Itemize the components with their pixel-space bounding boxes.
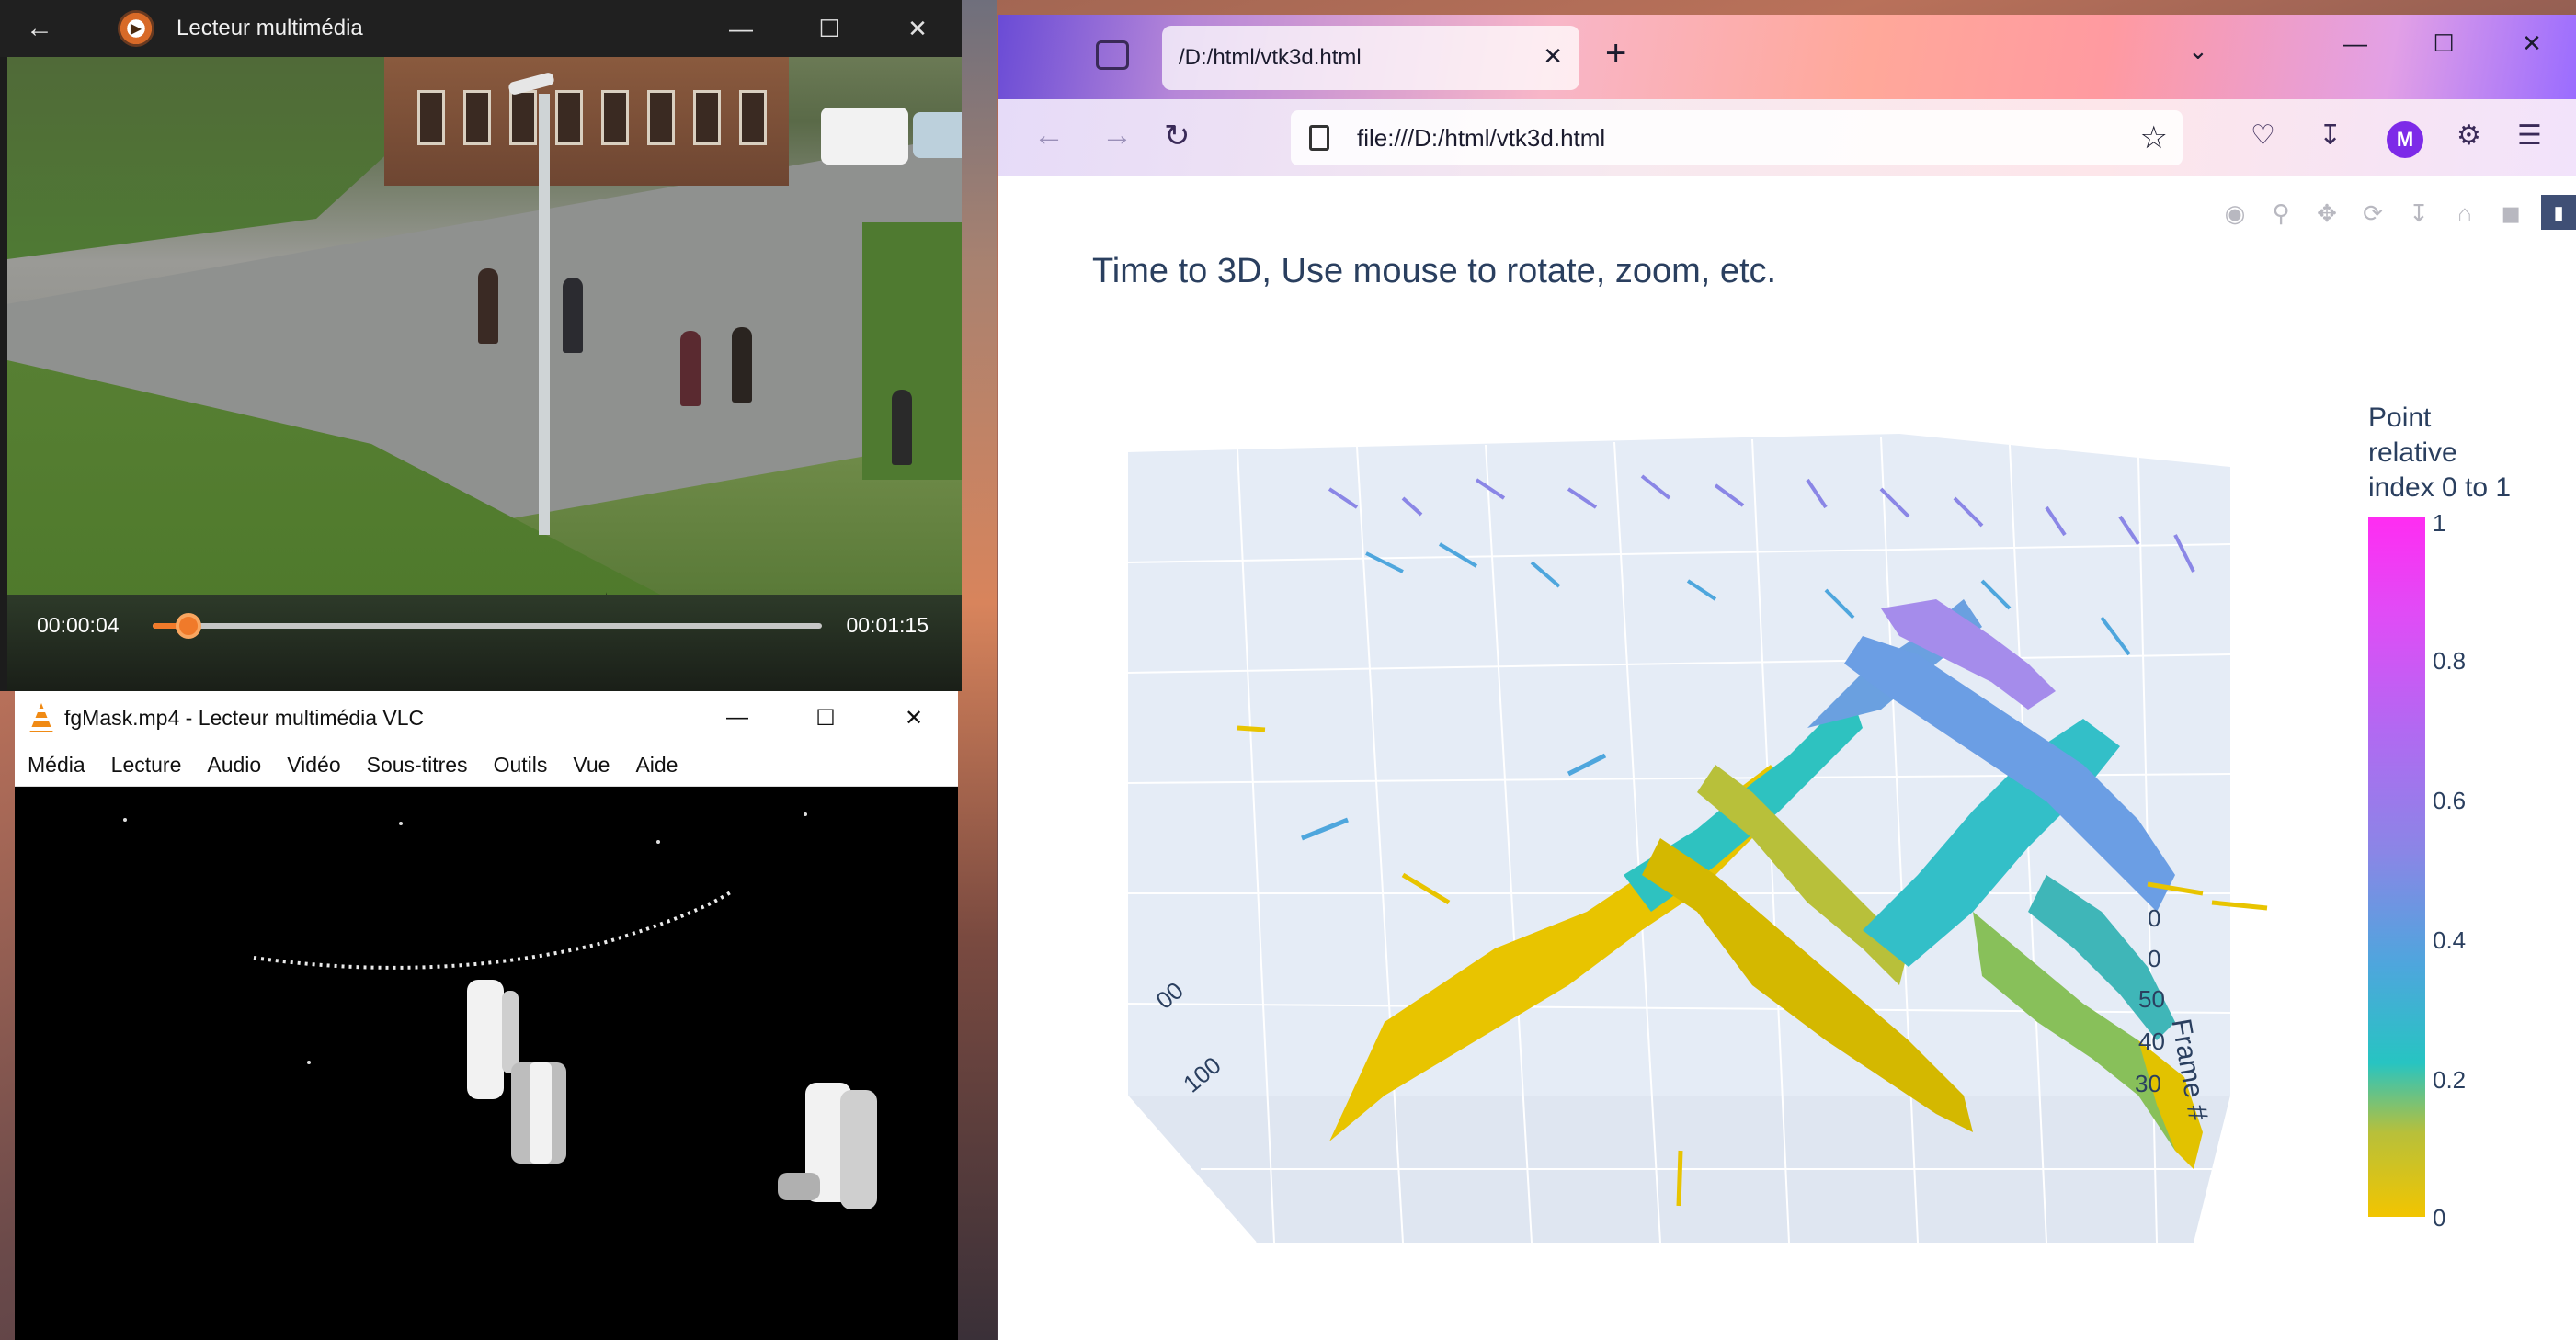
close-button[interactable]: ✕ [2488,15,2576,72]
vlc-cone-icon [29,703,53,732]
chevron-down-icon[interactable]: ⌄ [2188,37,2208,65]
maximize-button[interactable]: ☐ [2399,15,2488,72]
extensions-icon[interactable]: ⚙ [2456,119,2481,152]
desktop-background [956,0,997,1340]
account-avatar[interactable]: M [2387,121,2423,158]
person [680,331,701,406]
colorbar-tick: 1 [2433,509,2446,537]
new-tab-button[interactable]: + [1605,33,1626,74]
tab-vtk3d[interactable]: /D:/html/vtk3d.html ✕ [1162,26,1579,90]
tab-bar: /D:/html/vtk3d.html ✕ + ⌄ — ☐ ✕ [998,15,2576,99]
url-text[interactable]: file:///D:/html/vtk3d.html [1357,124,1605,153]
current-time: 00:00:04 [37,613,120,637]
playback-controls: 00:00:04 00:01:15 [7,595,962,691]
plotly-modebar: ◉ ⚲ ✥ ⟳ ↧ ⌂ ◼ ▮ [2212,195,2576,232]
menu-audio[interactable]: Audio [207,753,261,778]
menu-video[interactable]: Vidéo [287,753,340,778]
tripod [603,498,658,595]
maximize-button[interactable]: ☐ [785,0,873,57]
video-camera-icon[interactable]: ◼ [2488,195,2534,232]
document-icon [1309,125,1329,151]
close-button[interactable]: ✕ [870,691,958,744]
colorbar [2368,517,2425,1217]
close-button[interactable]: ✕ [873,0,962,57]
tab-list-icon[interactable] [1096,40,1129,70]
frame-tick: 40 [2138,1028,2165,1055]
forward-icon[interactable]: → [1101,118,1133,153]
zoom-icon[interactable]: ⚲ [2258,195,2304,232]
colorbar-tick: 0.4 [2433,926,2467,954]
shadow-mask [778,1173,820,1200]
pan-icon[interactable]: ✥ [2304,195,2350,232]
minimize-button[interactable]: — [697,0,785,57]
orbit-rotate-icon[interactable]: ⟳ [2350,195,2396,232]
camera-icon[interactable]: ◉ [2212,195,2258,232]
url-bar[interactable]: file:///D:/html/vtk3d.html ☆ [1291,110,2183,165]
seek-bar[interactable] [153,623,822,629]
video-frame[interactable] [7,57,962,595]
person-mask [502,991,519,1073]
close-icon[interactable]: ✕ [1543,42,1563,71]
foreground-mask-video[interactable] [15,787,958,1340]
menu-outils[interactable]: Outils [494,753,548,778]
minimize-button[interactable]: — [693,691,781,744]
vlc-titlebar: fgMask.mp4 - Lecteur multimédia VLC — ☐ … [15,691,958,744]
person [563,278,583,353]
frame-tick: 0 [2148,945,2161,972]
plotly-logo-icon[interactable]: ▮ [2541,195,2576,230]
menu-icon[interactable]: ☰ [2517,119,2542,152]
frame-tick: 0 [2148,904,2161,932]
menu-vue[interactable]: Vue [573,753,610,778]
media-player-window: ← ▶ Lecteur multimédia — ☐ ✕ 00:00:04 00… [0,0,962,691]
colorbar-tick: 0.8 [2433,647,2467,675]
3d-scene[interactable] [1054,360,2304,1261]
browser-window: /D:/html/vtk3d.html ✕ + ⌄ — ☐ ✕ ← → ↻ fi… [998,15,2576,1340]
back-icon[interactable]: ← [1033,118,1065,153]
lamp-post [539,94,550,535]
frame-tick: 30 [2135,1070,2161,1097]
frame-tick: 50 [2138,985,2165,1013]
vlc-menubar: Média Lecture Audio Vidéo Sous-titres Ou… [15,744,958,787]
person [732,327,752,403]
arrow-left-icon[interactable]: ← [26,13,77,44]
seek-thumb[interactable] [176,613,201,639]
person-mask [840,1090,877,1209]
media-player-logo-icon: ▶ [118,10,154,47]
reload-icon[interactable]: ↻ [1164,118,1191,154]
menu-media[interactable]: Média [28,753,85,778]
bookmark-star-icon[interactable]: ☆ [2140,119,2168,156]
vlc-window: fgMask.mp4 - Lecteur multimédia VLC — ☐ … [15,691,958,1340]
person-mask [467,980,504,1099]
colorbar-tick: 0 [2433,1204,2446,1232]
person [892,390,912,465]
media-player-titlebar: ← ▶ Lecteur multimédia — ☐ ✕ [0,0,962,57]
plot-title: Time to 3D, Use mouse to rotate, zoom, e… [1092,252,1777,290]
van [821,108,908,165]
navigation-bar: ← → ↻ file:///D:/html/vtk3d.html ☆ ♡ ↧ M… [998,99,2576,176]
person-mask [530,1062,552,1164]
total-time: 00:01:15 [846,613,929,637]
colorbar-tick: 0.2 [2433,1066,2467,1094]
person [478,268,498,344]
menu-sous-titres[interactable]: Sous-titres [367,753,468,778]
car [913,112,962,158]
media-player-title: Lecteur multimédia [177,16,363,40]
maximize-button[interactable]: ☐ [781,691,870,744]
pocket-icon[interactable]: ♡ [2251,119,2275,152]
download-icon[interactable]: ↧ [2319,119,2342,152]
menu-aide[interactable]: Aide [635,753,678,778]
turntable-rotate-icon[interactable]: ↧ [2396,195,2442,232]
vlc-title: fgMask.mp4 - Lecteur multimédia VLC [64,705,425,730]
colorbar-title: Point relative index 0 to 1 [2368,403,2512,503]
minimize-button[interactable]: — [2311,15,2399,72]
building [384,57,789,186]
tab-title: /D:/html/vtk3d.html [1179,45,1362,70]
menu-lecture[interactable]: Lecture [111,753,182,778]
home-icon[interactable]: ⌂ [2442,195,2488,232]
page-content: ◉ ⚲ ✥ ⟳ ↧ ⌂ ◼ ▮ Time to 3D, Use mouse to… [998,176,2576,1340]
colorbar-tick: 0.6 [2433,787,2467,814]
